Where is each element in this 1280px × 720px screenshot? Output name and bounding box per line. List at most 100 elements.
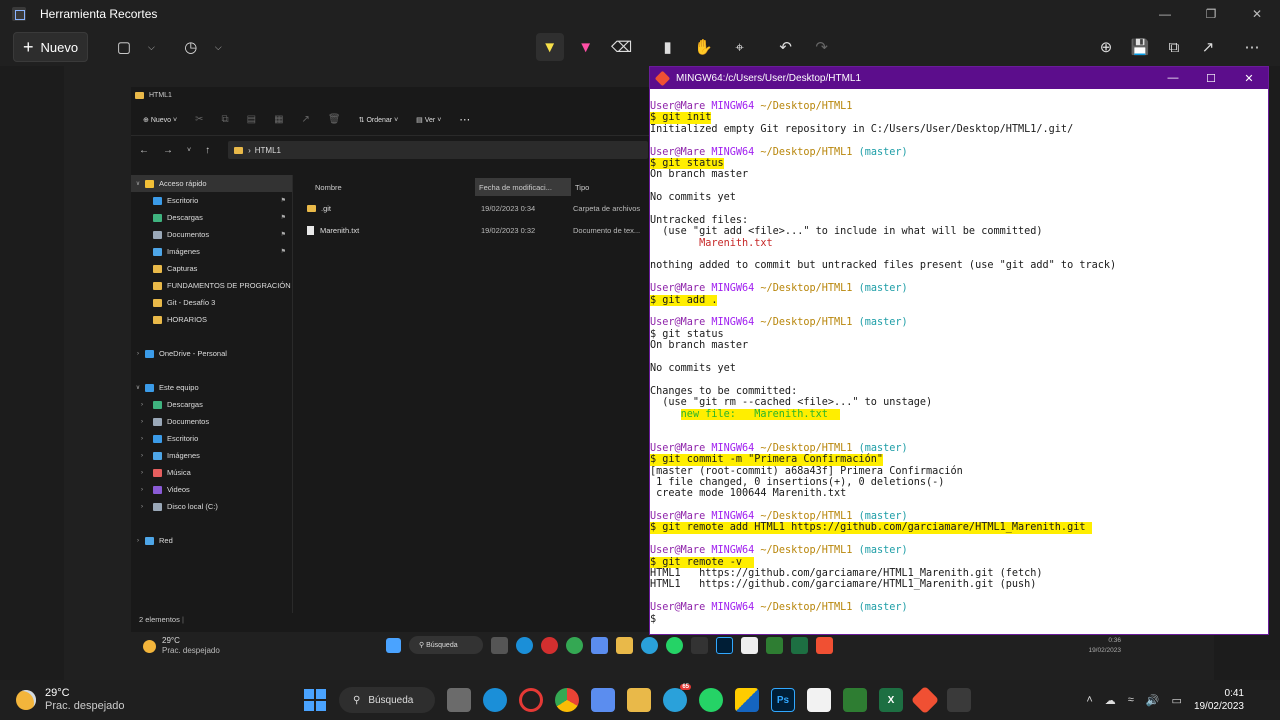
more-options-icon[interactable]: ⋯ bbox=[1238, 33, 1266, 61]
chevron-down-icon[interactable]: ⌵ bbox=[148, 42, 155, 53]
expand-chevron-icon[interactable]: › bbox=[131, 436, 153, 442]
save-icon[interactable]: 💾 bbox=[1126, 33, 1154, 61]
paste-icon[interactable]: ▤ bbox=[247, 114, 256, 125]
windows-start-icon[interactable] bbox=[303, 688, 327, 712]
sidebar-item[interactable]: ∨ Este equipo bbox=[131, 379, 292, 396]
sidebar-item[interactable]: ∨ Acceso rápido bbox=[131, 175, 292, 192]
app-icon[interactable] bbox=[735, 688, 759, 712]
back-icon[interactable]: ← bbox=[139, 145, 149, 156]
sidebar-item[interactable]: › Escritorio bbox=[131, 430, 292, 447]
expand-chevron-icon[interactable]: › bbox=[131, 419, 153, 425]
timer-icon[interactable]: ◷ bbox=[177, 33, 205, 61]
snipping-tool-icon[interactable] bbox=[947, 688, 971, 712]
highlighter-icon[interactable]: ▼ bbox=[572, 33, 600, 61]
store-icon[interactable] bbox=[591, 688, 615, 712]
git-bash-icon[interactable] bbox=[910, 685, 940, 715]
cut-icon[interactable]: ✂ bbox=[195, 114, 203, 125]
undo-icon[interactable]: ↶ bbox=[772, 33, 800, 61]
ruler-icon[interactable]: ▮ bbox=[654, 33, 682, 61]
volume-icon[interactable]: 🔊 bbox=[1146, 694, 1160, 707]
sidebar-item[interactable]: › Documentos bbox=[131, 413, 292, 430]
copy-icon[interactable]: ⧉ bbox=[1160, 33, 1188, 61]
green-app-icon[interactable] bbox=[843, 688, 867, 712]
sidebar-item[interactable]: › Imágenes bbox=[131, 447, 292, 464]
store-icon[interactable] bbox=[591, 636, 608, 654]
task-view-icon[interactable] bbox=[491, 636, 508, 654]
eraser-icon[interactable]: ⌫ bbox=[608, 33, 636, 61]
whatsapp-icon[interactable] bbox=[699, 688, 723, 712]
forward-icon[interactable]: → bbox=[163, 145, 173, 156]
expand-chevron-icon[interactable]: › bbox=[131, 453, 153, 459]
close-icon[interactable]: ✕ bbox=[1234, 7, 1280, 21]
new-snip-button[interactable]: + Nuevo bbox=[13, 32, 88, 62]
onedrive-cloud-icon[interactable]: ☁ bbox=[1105, 694, 1116, 707]
sidebar-item[interactable]: HORARIOS bbox=[131, 311, 292, 328]
sort-button[interactable]: ⇅ Ordenar ˅ bbox=[359, 116, 399, 124]
sidebar-item[interactable]: Capturas bbox=[131, 260, 292, 277]
file-explorer-icon[interactable] bbox=[627, 688, 651, 712]
share-icon[interactable]: ↗ bbox=[302, 114, 310, 125]
wifi-icon[interactable]: ≈ bbox=[1128, 694, 1134, 706]
explorer-new-button[interactable]: ⊕ Nuevo ˅ bbox=[143, 116, 177, 124]
sidebar-item[interactable]: › Música bbox=[131, 464, 292, 481]
terminal-output[interactable]: User@Mare MINGW64 ~/Desktop/HTML1 $ git … bbox=[650, 89, 1268, 625]
expand-chevron-icon[interactable]: ∨ bbox=[131, 180, 145, 187]
column-type[interactable]: Tipo bbox=[571, 183, 589, 192]
share-icon[interactable]: ↗ bbox=[1194, 33, 1222, 61]
weather-widget[interactable]: 29°C Prac. despejado bbox=[16, 687, 125, 713]
column-modified[interactable]: Fecha de modificaci... bbox=[475, 178, 571, 196]
sidebar-item[interactable]: FUNDAMENTOS DE PROGRACIÓN bbox=[131, 277, 292, 294]
expand-chevron-icon[interactable]: › bbox=[131, 402, 153, 408]
expand-chevron-icon[interactable]: › bbox=[131, 538, 145, 544]
excel-icon[interactable] bbox=[791, 636, 808, 654]
battery-icon[interactable]: ▭ bbox=[1172, 694, 1182, 707]
show-hidden-icons-icon[interactable]: ˄ bbox=[1086, 694, 1092, 706]
expand-chevron-icon[interactable]: ∨ bbox=[131, 384, 145, 391]
crop-icon[interactable]: ⌖ bbox=[726, 33, 754, 61]
expand-chevron-icon[interactable]: › bbox=[131, 351, 145, 357]
sidebar-item[interactable]: Git - Desafío 3 bbox=[131, 294, 292, 311]
edge-icon[interactable] bbox=[483, 688, 507, 712]
whatsapp-icon[interactable] bbox=[666, 636, 683, 654]
sidebar-item[interactable]: Escritorio ⚑ bbox=[131, 192, 292, 209]
address-bar[interactable]: › HTML1 bbox=[228, 141, 649, 159]
file-row[interactable]: Marenith.txt 19/02/2023 0:32 Documento de … bbox=[293, 219, 651, 241]
sidebar-item[interactable]: › Disco local (C:) bbox=[131, 498, 292, 515]
more-options-icon[interactable]: ⋯ bbox=[459, 113, 470, 126]
windows-start-icon[interactable] bbox=[386, 637, 401, 653]
expand-chevron-icon[interactable]: › bbox=[131, 487, 153, 493]
inner-weather-widget[interactable]: 29°C Prac. despejado bbox=[143, 636, 220, 656]
rename-icon[interactable]: ▦ bbox=[274, 114, 283, 125]
photoshop-icon[interactable]: Ps bbox=[771, 688, 795, 712]
sidebar-item[interactable]: Documentos ⚑ bbox=[131, 226, 292, 243]
touch-writing-icon[interactable]: ✋ bbox=[690, 33, 718, 61]
expand-chevron-icon[interactable]: › bbox=[131, 504, 153, 510]
sidebar-item[interactable]: › Red bbox=[131, 532, 292, 549]
expand-chevron-icon[interactable]: › bbox=[131, 470, 153, 476]
column-name[interactable]: Nombre bbox=[293, 183, 475, 192]
git-bash-icon[interactable] bbox=[816, 636, 833, 654]
file-row[interactable]: .git 19/02/2023 0:34 Carpeta de archivos bbox=[293, 197, 651, 219]
minimize-icon[interactable]: — bbox=[1142, 7, 1188, 21]
maximize-icon[interactable]: ☐ bbox=[1192, 72, 1230, 85]
up-icon[interactable]: ↑ bbox=[205, 145, 210, 156]
search-box[interactable]: ⚲ Búsqueda bbox=[339, 687, 435, 713]
inner-clock[interactable]: 0:36 19/02/2023 bbox=[1088, 636, 1121, 656]
chrome-icon[interactable] bbox=[555, 688, 579, 712]
file-explorer-icon[interactable] bbox=[616, 636, 633, 654]
sidebar-item[interactable]: › Descargas bbox=[131, 396, 292, 413]
telegram-icon[interactable] bbox=[641, 636, 658, 654]
clock[interactable]: 0:41 19/02/2023 bbox=[1194, 687, 1244, 713]
ballpoint-pen-icon[interactable]: ▼ bbox=[535, 33, 564, 61]
telegram-icon[interactable]: 65 bbox=[663, 684, 691, 712]
close-icon[interactable]: ✕ bbox=[1230, 72, 1268, 85]
opera-icon[interactable] bbox=[519, 688, 543, 712]
inner-search-box[interactable]: ⚲ Búsqueda bbox=[409, 636, 483, 654]
maximize-icon[interactable]: ❐ bbox=[1188, 7, 1234, 21]
chrome-icon[interactable] bbox=[566, 636, 583, 654]
sidebar-item[interactable]: Descargas ⚑ bbox=[131, 209, 292, 226]
zoom-icon[interactable]: ⊕ bbox=[1092, 33, 1120, 61]
sidebar-item[interactable]: › Videos bbox=[131, 481, 292, 498]
document-icon[interactable] bbox=[807, 688, 831, 712]
chevron-down-icon[interactable]: ⌵ bbox=[215, 42, 222, 53]
